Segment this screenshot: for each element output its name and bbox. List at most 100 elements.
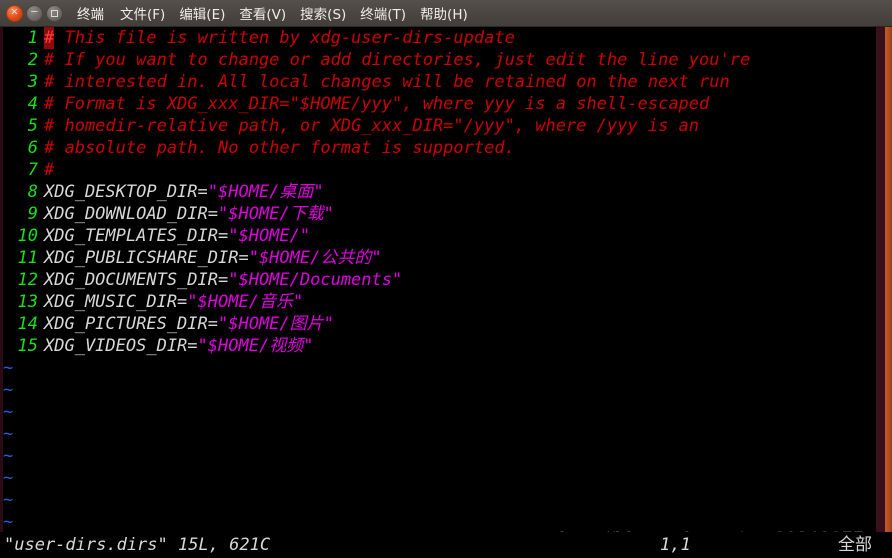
line-number: 4: [27, 94, 38, 114]
buffer-line[interactable]: 8 XDG_DESKTOP_DIR="$HOME/桌面": [0, 181, 880, 203]
line-text[interactable]: XDG_DOWNLOAD_DIR="$HOME/下载": [38, 203, 334, 225]
buffer-line[interactable]: 12 XDG_DOCUMENTS_DIR="$HOME/Documents": [0, 269, 880, 291]
string-value: ": [313, 182, 324, 202]
string-value: 音乐: [258, 292, 293, 312]
menu-item-view[interactable]: 查看(V): [232, 1, 293, 25]
tilde-marker: ~: [3, 380, 14, 400]
buffer-line[interactable]: 13 XDG_MUSIC_DIR="$HOME/音乐": [0, 291, 880, 313]
buffer-line[interactable]: 15 XDG_VIDEOS_DIR="$HOME/视频": [0, 335, 880, 357]
window-controls: × −: [0, 4, 63, 22]
variable-name: XDG_MUSIC_DIR=: [44, 292, 188, 312]
line-text[interactable]: # homedir-relative path, or XDG_xxx_DIR=…: [38, 115, 699, 137]
line-text[interactable]: XDG_MUSIC_DIR="$HOME/音乐": [38, 291, 303, 313]
terminal-content[interactable]: 1 # This file is written by xdg-user-dirs…: [0, 27, 892, 558]
line-text[interactable]: #: [38, 159, 54, 181]
variable-name: XDG_VIDEOS_DIR=: [44, 336, 198, 356]
scrollbar-thumb[interactable]: [885, 27, 892, 558]
line-text[interactable]: XDG_PICTURES_DIR="$HOME/图片": [38, 313, 334, 335]
line-number: 1: [27, 28, 38, 48]
tilde-marker: ~: [3, 446, 14, 466]
line-text[interactable]: XDG_PUBLICSHARE_DIR="$HOME/公共的": [38, 247, 382, 269]
string-value: 下载: [289, 204, 324, 224]
buffer-line[interactable]: 3 # interested in. All local changes will…: [0, 71, 880, 93]
menu-item-search[interactable]: 搜索(S): [293, 1, 353, 25]
scrollbar-separator: [876, 27, 885, 558]
menu-item-file[interactable]: 文件(F): [113, 1, 172, 25]
tilde-marker: ~: [3, 402, 14, 422]
line-number: 6: [27, 138, 38, 158]
string-value: "$HOME/Documents": [228, 270, 403, 290]
status-scroll-position: 全部: [838, 535, 872, 555]
line-text[interactable]: # absolute path. No other format is supp…: [38, 137, 515, 159]
buffer-empty-line: ~: [0, 445, 880, 467]
minimize-button[interactable]: −: [26, 4, 43, 22]
line-number: 3: [27, 72, 38, 92]
string-value: "$HOME/": [228, 226, 311, 246]
comment-text: # homedir-relative path, or XDG_xxx_DIR=…: [44, 116, 700, 136]
string-value: "$HOME/: [187, 292, 259, 312]
comment-text: # If you want to change or add directori…: [44, 50, 751, 70]
line-text[interactable]: # interested in. All local changes will …: [38, 71, 730, 93]
variable-name: XDG_PICTURES_DIR=: [44, 314, 218, 334]
line-number: 12: [17, 270, 38, 290]
line-text[interactable]: XDG_TEMPLATES_DIR="$HOME/": [38, 225, 310, 247]
line-text[interactable]: XDG_DOCUMENTS_DIR="$HOME/Documents": [38, 269, 402, 291]
menu-item-help[interactable]: 帮助(H): [413, 1, 475, 25]
buffer-line[interactable]: 10 XDG_TEMPLATES_DIR="$HOME/": [0, 225, 880, 247]
string-value: "$HOME/: [248, 248, 321, 268]
line-text[interactable]: # This file is written by xdg-user-dirs-…: [38, 27, 515, 49]
buffer-line[interactable]: 1 # This file is written by xdg-user-dirs…: [0, 27, 880, 49]
buffer-empty-line: ~: [0, 511, 880, 533]
line-text[interactable]: # Format is XDG_xxx_DIR="$HOME/yyy", whe…: [38, 93, 709, 115]
line-number: 2: [27, 50, 38, 70]
variable-name: XDG_TEMPLATES_DIR=: [44, 226, 229, 246]
string-value: ": [371, 248, 382, 268]
line-number: 7: [27, 160, 38, 180]
window-title: 终端: [77, 7, 104, 23]
buffer-line[interactable]: 7 #: [0, 159, 880, 181]
buffer-empty-line: ~: [0, 423, 880, 445]
buffer-empty-line: ~: [0, 357, 880, 379]
menu-item-terminal[interactable]: 终端(T): [353, 1, 413, 25]
string-value: "$HOME/: [207, 182, 280, 202]
line-number: 8: [27, 182, 38, 202]
buffer-line[interactable]: 4 # Format is XDG_xxx_DIR="$HOME/yyy", wh…: [0, 93, 880, 115]
comment-text: # interested in. All local changes will …: [44, 72, 730, 92]
close-button[interactable]: ×: [6, 4, 23, 22]
buffer-line[interactable]: 5 # homedir-relative path, or XDG_xxx_DIR…: [0, 115, 880, 137]
tilde-marker: ~: [3, 424, 14, 444]
string-value: 视频: [269, 336, 304, 356]
tilde-marker: ~: [3, 512, 14, 532]
buffer-line[interactable]: 2 # If you want to change or add director…: [0, 49, 880, 71]
line-text[interactable]: # If you want to change or add directori…: [38, 49, 750, 71]
buffer-empty-line: ~: [0, 489, 880, 511]
tilde-marker: ~: [3, 358, 14, 378]
comment-text: #: [44, 160, 55, 180]
line-number: 5: [27, 116, 38, 136]
line-number: 13: [17, 292, 38, 312]
title-bar: × − 终端 文件(F) 编辑(E) 查看(V) 搜索(S) 终端(T) 帮助(…: [0, 0, 892, 27]
string-value: ": [323, 204, 334, 224]
line-text[interactable]: XDG_VIDEOS_DIR="$HOME/视频": [38, 335, 313, 357]
buffer-empty-line: ~: [0, 401, 880, 423]
buffer-line[interactable]: 9 XDG_DOWNLOAD_DIR="$HOME/下载": [0, 203, 880, 225]
buffer-line[interactable]: 14 XDG_PICTURES_DIR="$HOME/图片": [0, 313, 880, 335]
minimize-icon: −: [30, 6, 39, 18]
string-value: "$HOME/: [197, 336, 270, 356]
comment-text: This file is written by xdg-user-dirs-up…: [54, 28, 515, 48]
buffer-line[interactable]: 6 # absolute path. No other format is sup…: [0, 137, 880, 159]
vim-buffer[interactable]: 1 # This file is written by xdg-user-dirs…: [0, 27, 880, 532]
buffer-empty-line: ~: [0, 467, 880, 489]
comment-text: # absolute path. No other format is supp…: [44, 138, 515, 158]
menu-item-edit[interactable]: 编辑(E): [172, 1, 232, 25]
maximize-icon: [51, 9, 58, 17]
buffer-line[interactable]: 11 XDG_PUBLICSHARE_DIR="$HOME/公共的": [0, 247, 880, 269]
string-value: ": [303, 336, 314, 356]
cursor-block: #: [44, 27, 55, 49]
string-value: "$HOME/: [218, 204, 290, 224]
line-text[interactable]: XDG_DESKTOP_DIR="$HOME/桌面": [38, 181, 324, 203]
string-value: 图片: [289, 314, 324, 334]
status-file-info: "user-dirs.dirs" 15L, 621C: [4, 535, 271, 555]
maximize-button[interactable]: [46, 4, 63, 22]
string-value: "$HOME/: [218, 314, 290, 334]
